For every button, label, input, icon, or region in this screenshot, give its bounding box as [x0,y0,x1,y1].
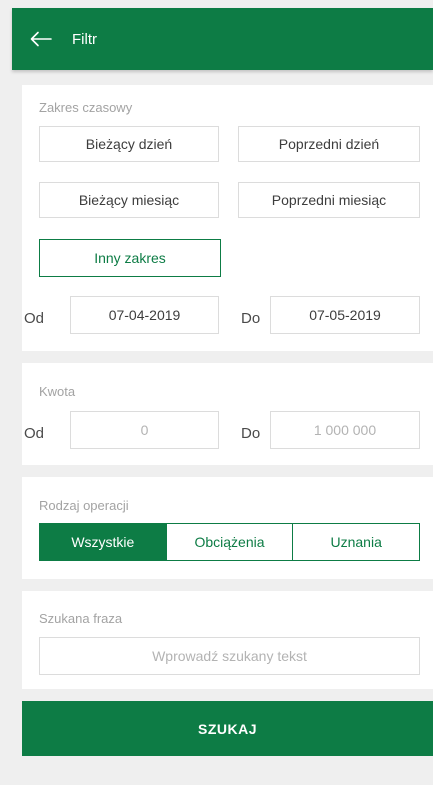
search-button[interactable]: SZUKAJ [22,701,433,756]
date-from-field[interactable]: 07-04-2019 [70,296,219,334]
amount-to-label: Do [241,425,261,442]
arrow-left-icon [30,31,52,47]
segment-debits[interactable]: Obciążenia [165,524,293,560]
operation-type-selector: Wszystkie Obciążenia Uznania [39,523,420,561]
search-phrase-input[interactable]: Wprowadź szukany tekst [39,637,420,675]
app-bar: Filtr [12,8,433,70]
amount-to-input[interactable]: 1 000 000 [270,411,420,449]
back-button[interactable] [16,8,66,70]
page-title: Filtr [72,30,97,48]
amount-label: Kwota [39,384,76,399]
time-range-label: Zakres czasowy [39,100,133,115]
date-to-field[interactable]: 07-05-2019 [270,296,420,334]
search-phrase-section: Szukana fraza Wprowadź szukany tekst [22,591,433,689]
previous-month-button[interactable]: Poprzedni miesiąc [238,182,420,218]
custom-range-button[interactable]: Inny zakres [39,239,221,277]
previous-day-button[interactable]: Poprzedni dzień [238,126,420,162]
operation-type-label: Rodzaj operacji [39,498,129,513]
current-month-button[interactable]: Bieżący miesiąc [39,182,219,218]
amount-from-input[interactable]: 0 [70,411,219,449]
date-from-label: Od [24,310,45,327]
operation-type-section: Rodzaj operacji Wszystkie Obciążenia Uzn… [22,477,433,579]
search-phrase-label: Szukana fraza [39,611,123,626]
date-to-label: Do [241,310,261,327]
time-range-section: Zakres czasowy Bieżący dzień Poprzedni d… [22,85,433,351]
segment-credits[interactable]: Uznania [292,524,420,560]
amount-section: Kwota Od 0 Do 1 000 000 [22,363,433,465]
current-day-button[interactable]: Bieżący dzień [39,126,219,162]
amount-from-label: Od [24,425,45,442]
segment-all[interactable]: Wszystkie [40,524,166,560]
